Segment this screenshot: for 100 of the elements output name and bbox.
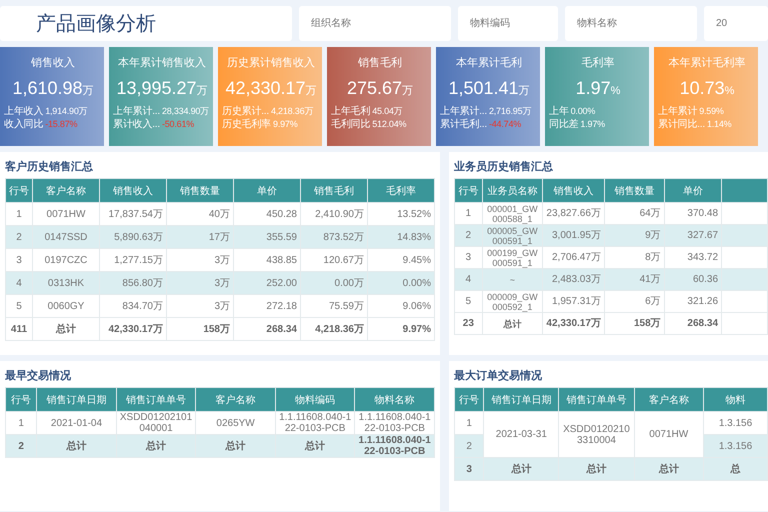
card-title: 销售收入 bbox=[30, 56, 76, 70]
card-value: 1,610.98万 bbox=[11, 78, 95, 99]
table-cell: 5,890.63万 bbox=[100, 226, 166, 248]
metric-label: 上年 bbox=[549, 105, 569, 118]
metric-label: 上年毛利 bbox=[331, 105, 370, 118]
table-cell: 0313HK bbox=[32, 272, 100, 294]
section-title: 客户历史销售汇总 bbox=[5, 160, 94, 174]
column-header[interactable]: 销售数量 bbox=[166, 178, 234, 202]
metric-value: 28,334.90万 bbox=[162, 105, 209, 118]
metric-value: 0.00% bbox=[570, 105, 596, 118]
total-cell: 42,330.17万 bbox=[100, 318, 166, 340]
metric-label: 累计同比... bbox=[658, 118, 705, 131]
section-title: 最早交易情况 bbox=[5, 368, 72, 383]
table-cell: ~ bbox=[482, 268, 543, 290]
table-cell: 60.36 bbox=[664, 268, 722, 290]
column-header[interactable]: 客户名称 bbox=[196, 388, 276, 412]
total-cell: 总计 bbox=[116, 434, 196, 458]
metric-value: 9.59% bbox=[699, 105, 724, 118]
table-cell: 856.80万 bbox=[100, 272, 166, 294]
column-header[interactable]: 单价 bbox=[664, 178, 722, 202]
total-cell: 158万 bbox=[166, 318, 234, 340]
card-value: 1.97% bbox=[574, 78, 622, 99]
column-header[interactable]: 销售收入 bbox=[542, 178, 604, 202]
metric-label: 累计毛利... bbox=[440, 118, 487, 131]
table-cell: 2,483.03万 bbox=[542, 268, 604, 290]
total-cell: 158万 bbox=[604, 312, 664, 334]
metric-value: -15.87% bbox=[45, 118, 78, 131]
table-cell: 1.3.156 bbox=[704, 434, 768, 458]
total-cell: 总计 bbox=[275, 434, 355, 458]
table-cell: 000009_GW000592_1 bbox=[482, 290, 543, 312]
total-cell: 4,218.36万 bbox=[300, 318, 368, 340]
metric-value: -44.74% bbox=[488, 118, 522, 131]
total-cell: 1.1.11608.040-122-0103-PCB bbox=[354, 434, 434, 458]
table-cell: 9万 bbox=[604, 224, 664, 246]
column-header[interactable]: 物料 bbox=[704, 388, 768, 412]
column-header[interactable]: 销售数量 bbox=[604, 178, 664, 202]
total-cell: 总计 bbox=[634, 458, 704, 480]
table-cell: XSDD01202103310004 bbox=[558, 412, 634, 458]
column-header[interactable]: 物料编码 bbox=[275, 388, 355, 412]
card-title: 毛利率 bbox=[580, 56, 616, 70]
column-header[interactable]: 毛利率 bbox=[368, 178, 434, 202]
metric-label: 上年累计 bbox=[658, 105, 698, 118]
table-cell: 873.52万 bbox=[300, 226, 368, 248]
column-header[interactable]: 客户名称 bbox=[634, 388, 704, 412]
column-header[interactable]: 行号 bbox=[454, 388, 484, 412]
column-header[interactable]: 销售订单单号 bbox=[116, 388, 196, 412]
column-header[interactable]: 销售订单单号 bbox=[558, 388, 634, 412]
column-header[interactable]: 销售毛利 bbox=[300, 178, 368, 202]
table-cell: 0071HW bbox=[634, 412, 704, 458]
table-cell: 5 bbox=[454, 290, 482, 312]
metric-value: 2,716.95万 bbox=[488, 105, 532, 118]
table-cell: 17万 bbox=[166, 226, 234, 248]
table-cell: 0.00% bbox=[368, 272, 434, 294]
total-cell: 总计 bbox=[482, 312, 543, 334]
table-cell: 355.59 bbox=[234, 226, 300, 248]
column-header[interactable]: 销售订单日期 bbox=[36, 388, 116, 412]
column-header[interactable]: 客户名称 bbox=[32, 178, 100, 202]
total-cell: 总计 bbox=[196, 434, 276, 458]
table-cell: 834.70万 bbox=[100, 294, 166, 318]
table-cell: 3万 bbox=[166, 272, 234, 294]
table-cell: 1,957.31万 bbox=[542, 290, 604, 312]
metric-value: 4,218.36万 bbox=[270, 105, 314, 118]
table-cell: 2 bbox=[454, 224, 482, 246]
column-header[interactable]: 销售收入 bbox=[100, 178, 166, 202]
card-title: 历史累计销售收入 bbox=[226, 56, 316, 70]
table-cell: 14.83% bbox=[368, 226, 434, 248]
filter-field[interactable]: 物料编码 bbox=[458, 6, 558, 41]
column-header[interactable]: 行号 bbox=[454, 178, 482, 202]
card-value: 10.73% bbox=[678, 78, 736, 99]
column-header[interactable]: 行号 bbox=[6, 178, 32, 202]
total-cell: 411 bbox=[6, 318, 32, 340]
total-cell: 总计 bbox=[558, 458, 634, 480]
column-header[interactable]: 销售订单日期 bbox=[484, 388, 559, 412]
total-cell: 2 bbox=[6, 434, 37, 458]
table-cell: 41万 bbox=[604, 268, 664, 290]
table-cell: 0147SSD bbox=[32, 226, 100, 248]
filter-field[interactable]: 物料名称 bbox=[565, 6, 697, 41]
column-header[interactable]: 业务员名称 bbox=[482, 178, 543, 202]
table-cell: 2021-03-31 bbox=[484, 412, 559, 458]
table-cell: 4 bbox=[454, 268, 482, 290]
table-cell: 272.18 bbox=[234, 294, 300, 318]
total-cell: 总计 bbox=[32, 318, 100, 340]
column-header[interactable]: 行号 bbox=[6, 388, 37, 412]
metric-value: -50.61% bbox=[162, 118, 194, 131]
filter-field[interactable]: 组织名称 bbox=[299, 6, 451, 41]
filter-field[interactable]: 20 bbox=[704, 6, 768, 41]
card-value: 1,501.41万 bbox=[447, 78, 531, 99]
total-cell: 9.97% bbox=[368, 318, 434, 340]
table-cell: 3万 bbox=[166, 294, 234, 318]
card-value: 13,995.27万 bbox=[115, 78, 209, 99]
column-header[interactable]: 物料名称 bbox=[354, 388, 434, 412]
metric-label: 上年收入 bbox=[4, 105, 44, 118]
total-cell: 总计 bbox=[36, 434, 116, 458]
metric-label: 历史毛利率 bbox=[222, 118, 272, 131]
metric-value: 1,914.90万 bbox=[45, 105, 88, 118]
column-header[interactable]: 单价 bbox=[234, 178, 300, 202]
total-cell: 3 bbox=[454, 458, 484, 480]
table-cell: 2 bbox=[454, 434, 484, 458]
table-cell: 3,001.95万 bbox=[542, 224, 604, 246]
card-title: 销售毛利 bbox=[357, 56, 403, 70]
